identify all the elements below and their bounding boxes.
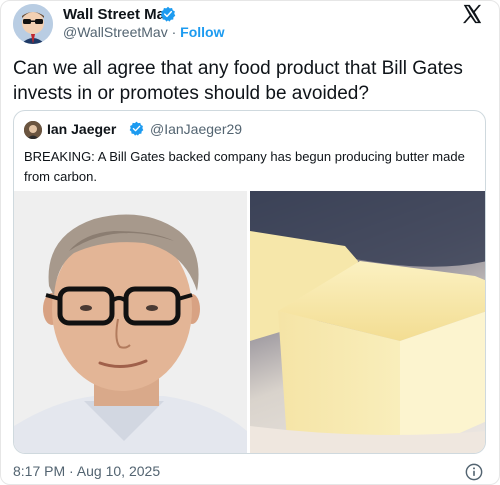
quoted-tweet-text: BREAKING: A Bill Gates backed company ha… [24, 149, 465, 184]
separator-dot: · [167, 24, 181, 40]
author-handle-row: @WallStreetMav · Follow [63, 24, 225, 40]
quoted-author-avatar[interactable] [24, 121, 42, 139]
author-avatar[interactable] [13, 4, 53, 44]
quoted-author-name[interactable]: Ian Jaeger [47, 121, 116, 137]
tweet-text: Can we all agree that any food product t… [13, 58, 463, 104]
verified-badge-icon [129, 121, 144, 136]
quoted-author-handle[interactable]: @IanJaeger29 [150, 121, 242, 137]
author-handle[interactable]: @WallStreetMav [63, 24, 168, 40]
quoted-tweet[interactable]: Ian Jaeger @IanJaeger29 BREAKING: A Bill… [13, 110, 486, 454]
tweet-timestamp[interactable]: 8:17 PM · Aug 10, 2025 [13, 463, 160, 479]
follow-button[interactable]: Follow [180, 24, 224, 40]
portrait-photo[interactable] [14, 191, 247, 453]
butter-photo[interactable] [250, 191, 485, 453]
info-icon[interactable] [465, 463, 483, 481]
verified-badge-icon [160, 6, 176, 22]
x-logo-icon[interactable] [461, 3, 483, 25]
tweet-card: Wall Street Mav @WallStreetMav · Follow … [0, 0, 500, 485]
author-name[interactable]: Wall Street Mav [63, 6, 173, 23]
